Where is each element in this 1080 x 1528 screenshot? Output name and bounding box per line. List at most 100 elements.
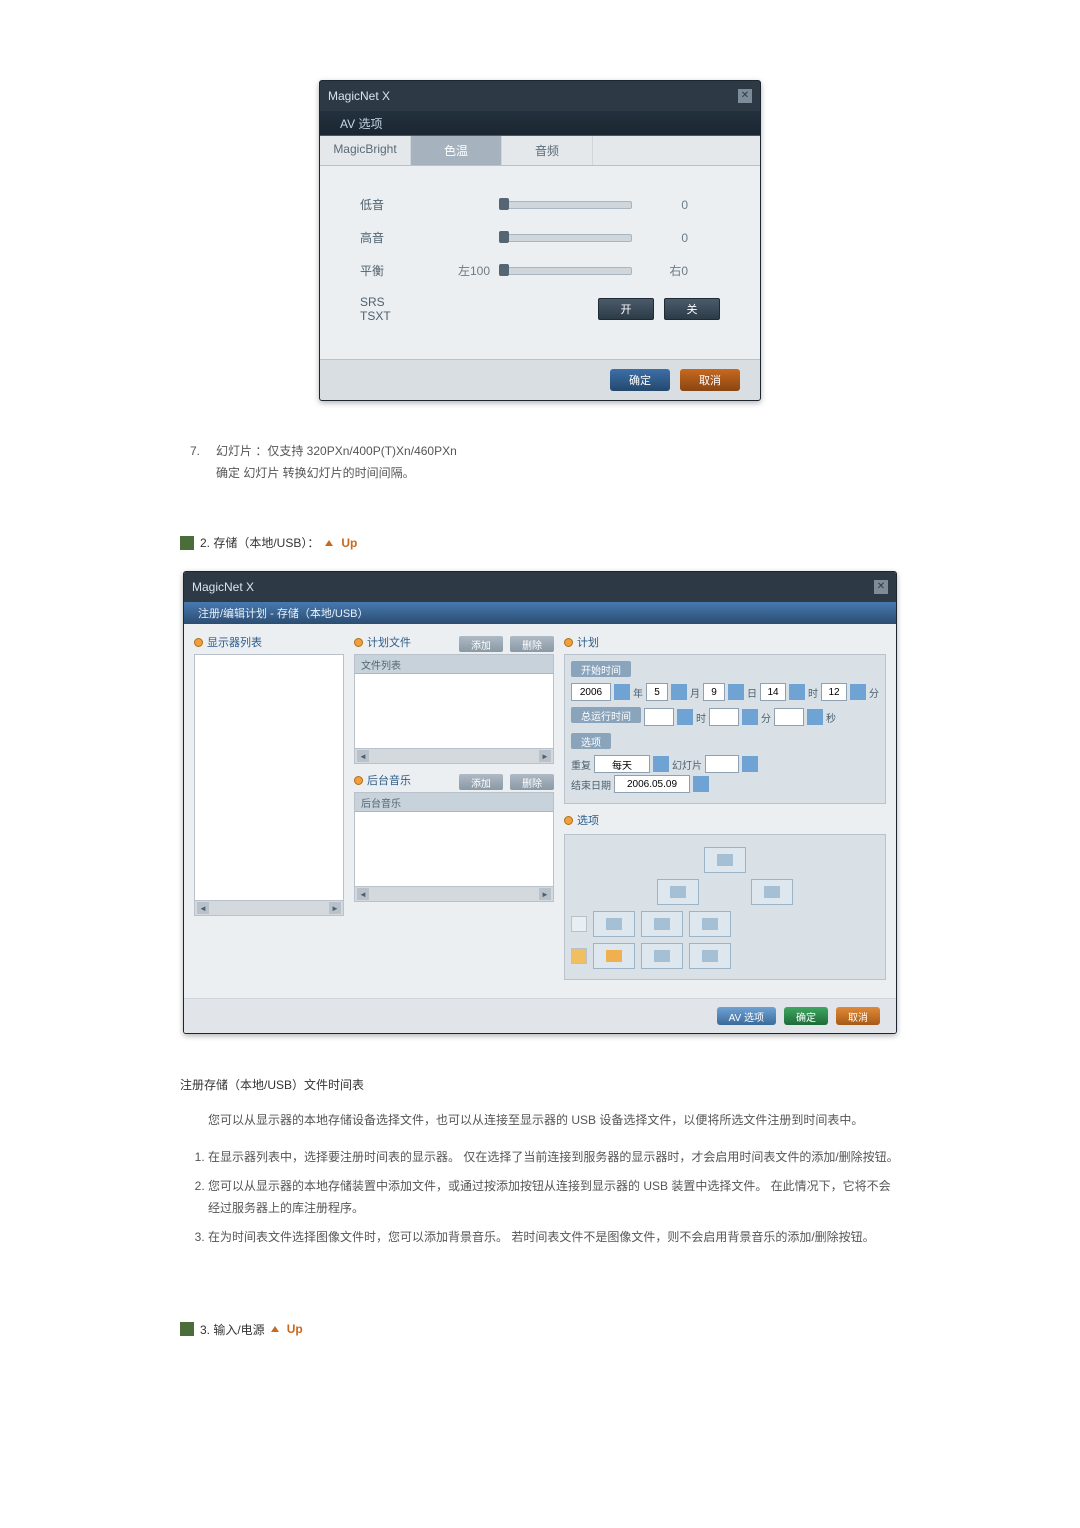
- end-date-input[interactable]: [614, 775, 690, 793]
- scroll-left-icon[interactable]: ◄: [357, 888, 369, 900]
- rh-dropdown-icon[interactable]: [677, 709, 693, 725]
- music-del-button[interactable]: 删除: [510, 774, 554, 790]
- cancel-button[interactable]: 取消: [680, 369, 740, 391]
- para-li2: 您可以从显示器的本地存储装置中添加文件，或通过按添加按钮从连接到显示器的 USB…: [208, 1175, 900, 1221]
- displays-title: 显示器列表: [194, 634, 344, 650]
- ok-button[interactable]: 确定: [610, 369, 670, 391]
- para-li3: 在为时间表文件选择图像文件时，您可以添加背景音乐。 若时间表文件不是图像文件，则…: [208, 1226, 900, 1249]
- layout-option[interactable]: [704, 847, 746, 873]
- section2-up[interactable]: Up: [341, 536, 357, 550]
- layout-option[interactable]: [593, 943, 635, 969]
- repeat-select[interactable]: [594, 755, 650, 773]
- files-title: 计划文件: [354, 634, 411, 650]
- start-time-row: 年 月 日 时 分: [571, 683, 879, 701]
- music-hscroll[interactable]: ◄ ►: [355, 886, 553, 901]
- hour-dropdown-icon[interactable]: [789, 684, 805, 700]
- layout-title-text: 选项: [577, 812, 599, 828]
- run-h-input[interactable]: [644, 708, 674, 726]
- para-heading: 注册存储（本地/USB）文件时间表: [180, 1074, 900, 1097]
- music-listbox[interactable]: 后台音乐 ◄ ►: [354, 792, 554, 902]
- section-icon: [180, 536, 194, 550]
- d2-ok-button[interactable]: 确定: [784, 1007, 828, 1025]
- tab-magicbright[interactable]: MagicBright: [320, 136, 411, 165]
- display-listbox[interactable]: ◄ ►: [194, 654, 344, 916]
- para-li1: 在显示器列表中，选择要注册时间表的显示器。 仅在选择了当前连接到服务器的显示器时…: [208, 1146, 900, 1169]
- file-list-header: 文件列表: [355, 655, 553, 674]
- year-input[interactable]: [571, 683, 611, 701]
- scroll-left-icon[interactable]: ◄: [197, 902, 209, 914]
- treble-row: 高音 0: [360, 229, 720, 246]
- bass-label: 低音: [360, 196, 430, 213]
- layout-option[interactable]: [751, 879, 793, 905]
- run-m-input[interactable]: [709, 708, 739, 726]
- min-input[interactable]: [821, 683, 847, 701]
- music-title-text: 后台音乐: [367, 772, 411, 788]
- file-hscroll[interactable]: ◄ ►: [355, 748, 553, 763]
- music-add-button[interactable]: 添加: [459, 774, 503, 790]
- section-icon: [180, 1322, 194, 1336]
- scroll-right-icon[interactable]: ►: [539, 750, 551, 762]
- repeat-label: 重复: [571, 757, 591, 772]
- balance-label: 平衡: [360, 262, 430, 279]
- srs-on-button[interactable]: 开: [598, 298, 654, 320]
- balance-slider[interactable]: [500, 267, 632, 275]
- slide-input[interactable]: [705, 755, 739, 773]
- layout-option[interactable]: [657, 879, 699, 905]
- runtime-header: 总运行时间: [571, 707, 641, 723]
- min-dropdown-icon[interactable]: [850, 684, 866, 700]
- para-intro: 您可以从显示器的本地存储设备选择文件，也可以从连接至显示器的 USB 设备选择文…: [208, 1109, 900, 1132]
- layout-option[interactable]: [689, 943, 731, 969]
- day-dropdown-icon[interactable]: [728, 684, 744, 700]
- scroll-left-icon[interactable]: ◄: [357, 750, 369, 762]
- month-unit: 月: [690, 685, 700, 700]
- av-options-button[interactable]: AV 选项: [717, 1007, 776, 1025]
- rm-dropdown-icon[interactable]: [742, 709, 758, 725]
- close-icon[interactable]: ✕: [738, 89, 752, 103]
- layout-option[interactable]: [593, 911, 635, 937]
- display-hscroll[interactable]: ◄ ►: [195, 900, 343, 915]
- scroll-right-icon[interactable]: ►: [329, 902, 341, 914]
- year-dropdown-icon[interactable]: [614, 684, 630, 700]
- file-del-button[interactable]: 删除: [510, 636, 554, 652]
- tab-audio[interactable]: 音频: [502, 136, 593, 165]
- files-title-text: 计划文件: [367, 634, 411, 650]
- layout-row-radio-selected[interactable]: [571, 948, 587, 964]
- brand-text: MagicNet X: [328, 89, 390, 103]
- treble-slider[interactable]: [500, 234, 632, 242]
- slide-dropdown-icon[interactable]: [742, 756, 758, 772]
- section3-up[interactable]: Up: [287, 1322, 303, 1336]
- section2-heading: 2. 存储（本地/USB）： Up: [180, 534, 900, 551]
- layout-icon: [764, 886, 780, 898]
- dialog2-body: 显示器列表 ◄ ► 计划文件 添加: [184, 624, 896, 998]
- month-dropdown-icon[interactable]: [671, 684, 687, 700]
- layout-icon: [670, 886, 686, 898]
- hour-input[interactable]: [760, 683, 786, 701]
- dialog2-close-icon[interactable]: ✕: [874, 580, 888, 594]
- srs-label: SRS TSXT: [360, 295, 413, 323]
- dialog1-subtitle: AV 选项: [320, 111, 760, 136]
- d2-cancel-button[interactable]: 取消: [836, 1007, 880, 1025]
- layout-icon: [606, 950, 622, 962]
- month-input[interactable]: [646, 683, 668, 701]
- layout-option[interactable]: [641, 911, 683, 937]
- item7-line1: 幻灯片 ：仅支持 320PXn/400P(T)Xn/460PXn: [216, 441, 457, 463]
- bass-slider[interactable]: [500, 201, 632, 209]
- file-add-button[interactable]: 添加: [459, 636, 503, 652]
- repeat-dropdown-icon[interactable]: [653, 756, 669, 772]
- tab-color-temp[interactable]: 色温: [411, 136, 502, 165]
- layout-row-radio[interactable]: [571, 916, 587, 932]
- item7-line2: 确定 幻灯片 转换幻灯片的时间间隔。: [216, 463, 900, 485]
- dialog1-titlebar: MagicNet X ✕: [320, 81, 760, 111]
- displays-title-text: 显示器列表: [207, 634, 262, 650]
- layout-option[interactable]: [641, 943, 683, 969]
- run-s-input[interactable]: [774, 708, 804, 726]
- scroll-right-icon[interactable]: ►: [539, 888, 551, 900]
- srs-off-button[interactable]: 关: [664, 298, 720, 320]
- balance-left-label: 左100: [430, 262, 500, 279]
- end-dropdown-icon[interactable]: [693, 776, 709, 792]
- dialog1-footer: 确定 取消: [320, 359, 760, 400]
- rs-dropdown-icon[interactable]: [807, 709, 823, 725]
- layout-option[interactable]: [689, 911, 731, 937]
- day-input[interactable]: [703, 683, 725, 701]
- file-listbox[interactable]: 文件列表 ◄ ►: [354, 654, 554, 764]
